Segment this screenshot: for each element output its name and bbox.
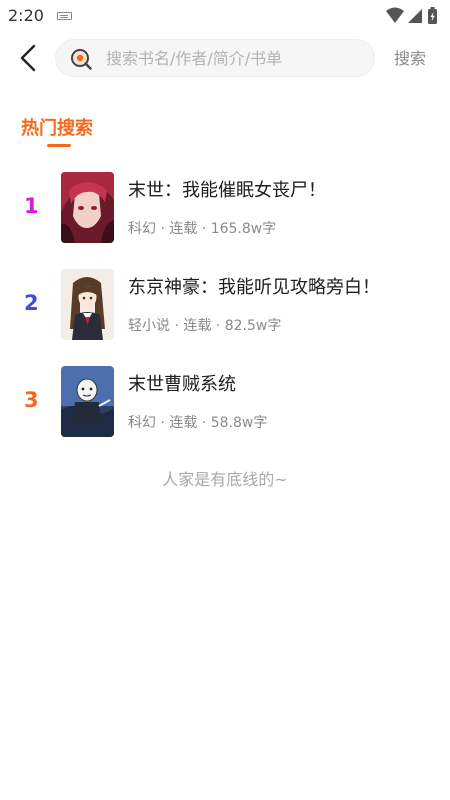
back-button[interactable] (14, 42, 44, 74)
book-item-3[interactable]: 3 末世曹贼系统 科幻 · 连载 · 58.8w字 (0, 366, 450, 438)
rank-number: 1 (24, 194, 39, 218)
search-box[interactable] (55, 39, 375, 77)
status-bar: 2:20 (0, 0, 450, 32)
book-title: 末世：我能催眠女丧尸！ (128, 180, 326, 201)
keyboard-icon (57, 12, 72, 20)
book-meta: 轻小说 · 连载 · 82.5w字 (128, 318, 282, 334)
book-cover (61, 172, 114, 243)
search-icon (70, 48, 92, 70)
book-meta: 科幻 · 连载 · 58.8w字 (128, 415, 268, 431)
book-cover (61, 366, 114, 437)
search-button[interactable]: 搜索 (394, 45, 426, 69)
search-bar: 搜索 (0, 36, 450, 80)
book-item-1[interactable]: 1 末世：我能催眠女丧尸！ 科幻 · 连载 · 165.8w字 (0, 172, 450, 244)
wifi-icon (386, 7, 404, 23)
hot-search-underline (47, 144, 71, 147)
rank-number: 3 (24, 388, 39, 412)
book-title: 东京神豪：我能听见攻略旁白！ (128, 277, 380, 298)
search-input[interactable] (106, 40, 366, 76)
book-meta: 科幻 · 连载 · 165.8w字 (128, 221, 277, 237)
signal-icon (408, 9, 422, 23)
status-icons (384, 6, 442, 26)
end-of-list-tip: 人家是有底线的~ (162, 470, 288, 489)
status-time: 2:20 (8, 6, 44, 25)
book-cover (61, 269, 114, 340)
battery-charging-icon (428, 7, 437, 24)
chevron-left-icon (20, 44, 36, 72)
hot-search-title: 热门搜索 (21, 118, 93, 139)
rank-number: 2 (24, 291, 39, 315)
book-title: 末世曹贼系统 (128, 374, 236, 395)
book-item-2[interactable]: 2 东京神豪：我能听见攻略旁白！ 轻小说 · 连载 · 82.5w字 (0, 269, 450, 341)
